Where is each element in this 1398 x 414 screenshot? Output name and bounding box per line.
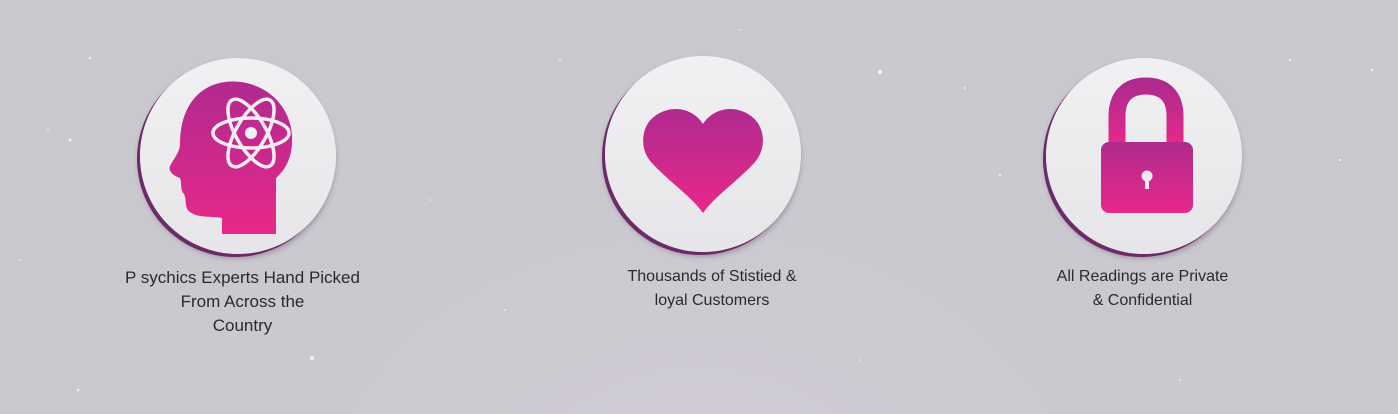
feature-caption: P sychics Experts Hand Picked From Acros… — [125, 268, 360, 335]
feature-icon-circle — [605, 56, 801, 252]
head-atom-icon — [169, 81, 293, 234]
feature-caption: Thousands of Stistied & loyal Customers — [627, 268, 797, 309]
feature-icon-circle — [140, 58, 336, 254]
feature-icon-circle — [1046, 58, 1242, 254]
padlock-icon — [1101, 77, 1193, 213]
heart-icon — [643, 109, 763, 213]
feature-caption: All Readings are Private & Confidential — [1056, 268, 1229, 309]
